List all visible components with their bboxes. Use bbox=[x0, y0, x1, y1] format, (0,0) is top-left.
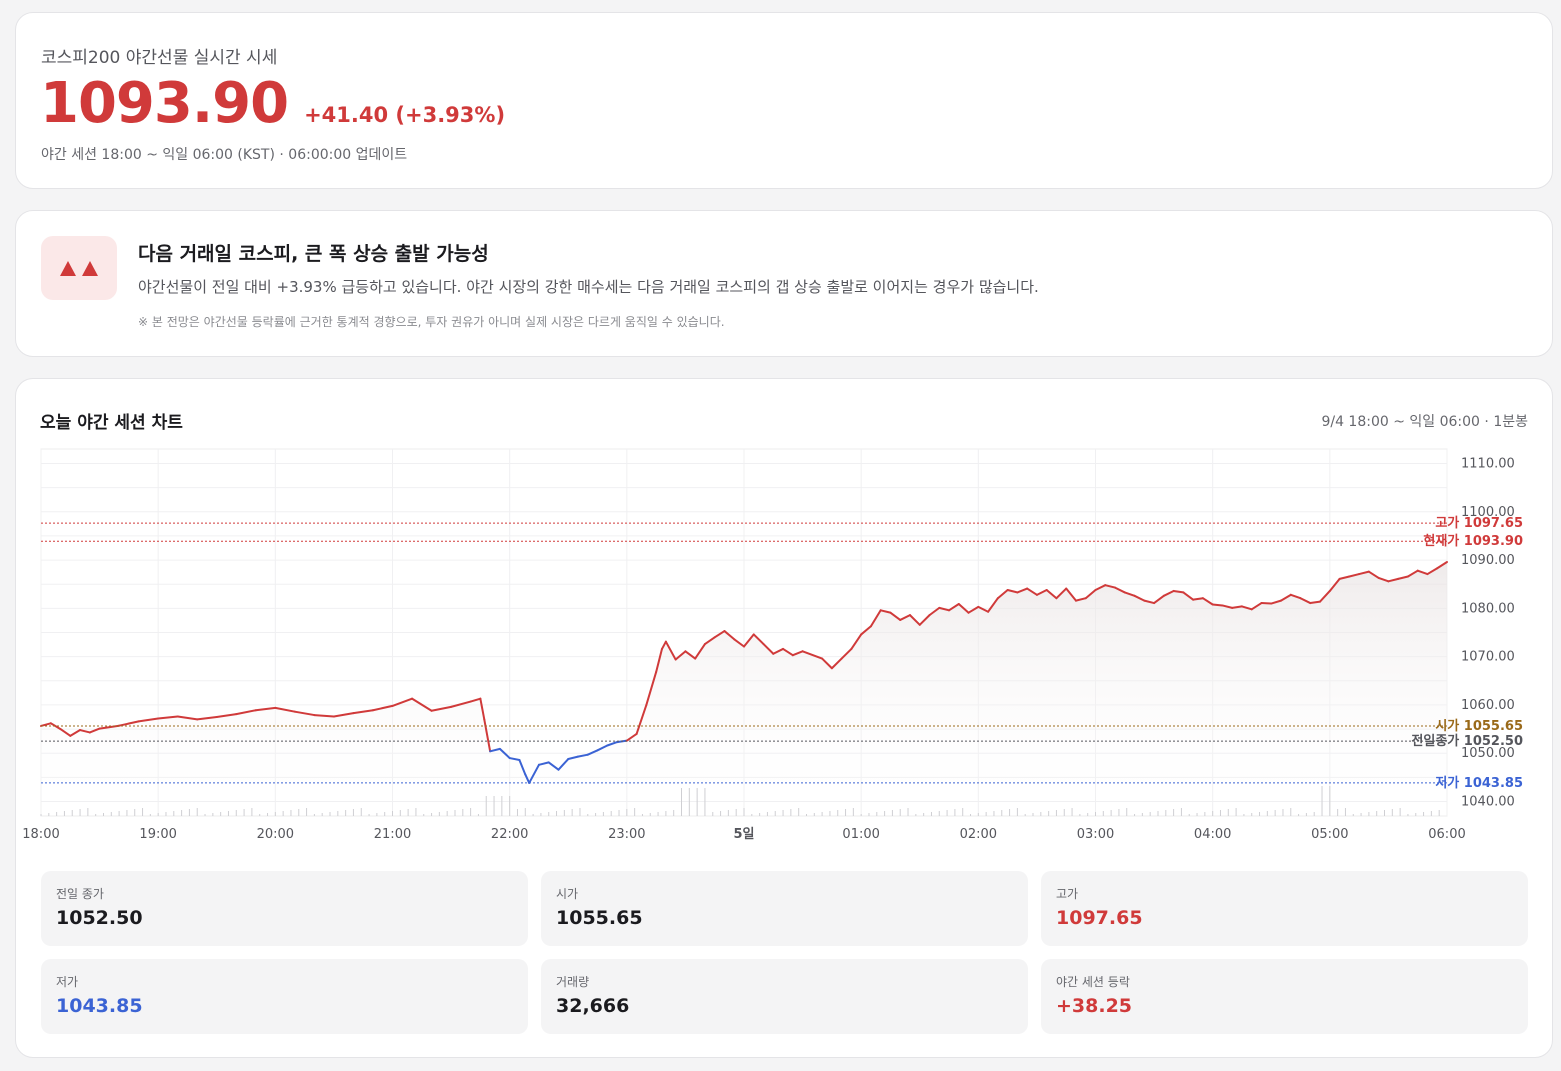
y-tick-label: 1110.00 bbox=[1461, 456, 1515, 471]
price-card: 코스피200 야간선물 실시간 시세 1093.90 +41.40 (+3.93… bbox=[15, 12, 1553, 189]
reference-label: 시가 1055.65 bbox=[1435, 719, 1523, 734]
stat-label: 전일 종가 bbox=[56, 887, 104, 901]
price-line-segment bbox=[1211, 603, 1224, 607]
y-tick-label: 1040.00 bbox=[1461, 795, 1515, 810]
price-change: +41.40 (+3.93%) bbox=[304, 103, 506, 127]
stat-open: 시가 1055.65 bbox=[541, 871, 1028, 946]
stat-session-change: 야간 세션 등락 +38.25 bbox=[1041, 959, 1528, 1034]
stat-label: 야간 세션 등락 bbox=[1056, 975, 1130, 989]
page-title: 코스피200 야간선물 실시간 시세 bbox=[41, 48, 278, 68]
reference-label: 고가 1097.65 bbox=[1435, 516, 1523, 531]
stat-value: 1055.65 bbox=[556, 907, 643, 929]
stat-label: 저가 bbox=[56, 975, 79, 989]
outlook-card: 다음 거래일 코스피, 큰 폭 상승 출발 가능성 야간선물이 전일 대비 +3… bbox=[15, 210, 1553, 357]
price-row: 1093.90 +41.40 (+3.93%) bbox=[40, 71, 505, 136]
x-tick-label: 22:00 bbox=[491, 827, 528, 842]
session-meta: 야간 세션 18:00 ~ 익일 06:00 (KST) · 06:00:00 … bbox=[41, 147, 408, 163]
chart-card: 오늘 야간 세션 차트 9/4 18:00 ~ 익일 06:00 · 1분봉 1… bbox=[15, 378, 1553, 1058]
price-chart[interactable]: 1110.001100.001090.001080.001070.001060.… bbox=[16, 379, 1554, 849]
reference-label: 저가 1043.85 bbox=[1435, 776, 1523, 791]
x-tick-label: 01:00 bbox=[842, 827, 879, 842]
stat-volume: 거래량 32,666 bbox=[541, 959, 1028, 1034]
x-tick-label: 02:00 bbox=[960, 827, 997, 842]
y-tick-label: 1080.00 bbox=[1461, 601, 1515, 616]
x-tick-label: 06:00 bbox=[1428, 827, 1465, 842]
y-tick-label: 1090.00 bbox=[1461, 553, 1515, 568]
y-tick-label: 1060.00 bbox=[1461, 698, 1515, 713]
x-tick-label: 5일 bbox=[733, 827, 754, 842]
stat-value: 32,666 bbox=[556, 995, 630, 1017]
stat-value: 1052.50 bbox=[56, 907, 143, 929]
stat-value: 1043.85 bbox=[56, 995, 143, 1017]
outlook-title: 다음 거래일 코스피, 큰 폭 상승 출발 가능성 bbox=[138, 243, 489, 265]
stat-label: 고가 bbox=[1056, 887, 1079, 901]
reference-label: 현재가 1093.90 bbox=[1423, 533, 1523, 549]
stat-label: 시가 bbox=[556, 887, 579, 901]
reference-label: 전일종가 1052.50 bbox=[1411, 733, 1523, 749]
stat-value: +38.25 bbox=[1056, 995, 1133, 1017]
x-tick-label: 18:00 bbox=[22, 827, 59, 842]
stat-prev-close: 전일 종가 1052.50 bbox=[41, 871, 528, 946]
outlook-description: 야간선물이 전일 대비 +3.93% 급등하고 있습니다. 야간 시장의 강한 … bbox=[138, 278, 1039, 296]
outlook-disclaimer: ※ 본 전망은 야간선물 등락률에 근거한 통계적 경향으로, 투자 권유가 아… bbox=[138, 315, 725, 329]
x-tick-label: 05:00 bbox=[1311, 827, 1348, 842]
stat-label: 거래량 bbox=[556, 975, 590, 989]
stat-low: 저가 1043.85 bbox=[41, 959, 528, 1034]
x-tick-label: 20:00 bbox=[257, 827, 294, 842]
double-up-triangle-icon bbox=[41, 236, 117, 300]
x-tick-label: 03:00 bbox=[1077, 827, 1114, 842]
x-tick-label: 21:00 bbox=[374, 827, 411, 842]
x-tick-label: 23:00 bbox=[608, 827, 645, 842]
y-tick-label: 1070.00 bbox=[1461, 650, 1515, 665]
stat-high: 고가 1097.65 bbox=[1041, 871, 1528, 946]
x-tick-label: 19:00 bbox=[139, 827, 176, 842]
stat-value: 1097.65 bbox=[1056, 907, 1143, 929]
x-tick-label: 04:00 bbox=[1194, 827, 1231, 842]
current-price: 1093.90 bbox=[40, 71, 289, 136]
